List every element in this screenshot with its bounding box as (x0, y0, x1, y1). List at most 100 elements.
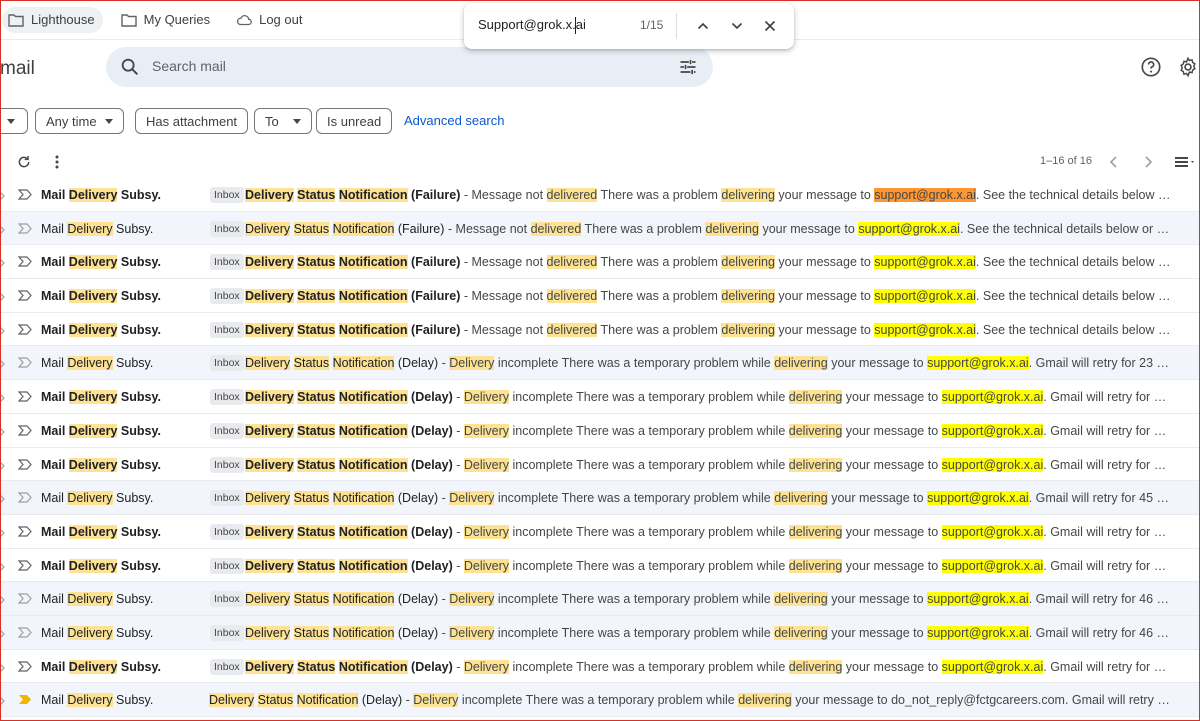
star-icon[interactable] (0, 257, 6, 271)
email-row[interactable]: Mail Delivery Subsy. Inbox Delivery Status… (0, 279, 1200, 313)
star-icon[interactable] (0, 460, 6, 474)
importance-marker-icon[interactable] (17, 256, 32, 270)
importance-marker-icon[interactable] (17, 425, 32, 439)
inbox-label[interactable]: Inbox (210, 591, 244, 608)
email-row[interactable]: Mail Delivery Subsy. Delivery Status Noti… (0, 683, 1200, 717)
email-row[interactable]: Mail Delivery Subsy. Inbox Delivery Status… (0, 548, 1200, 583)
email-preview: Delivery Status Notification (Delay) - D… (245, 524, 1172, 539)
inbox-label[interactable]: Inbox (210, 523, 244, 540)
inbox-label[interactable]: Inbox (210, 355, 244, 372)
email-row[interactable]: Mail Delivery Subsy. Inbox Delivery Status… (0, 312, 1200, 347)
email-row[interactable]: Mail Delivery Subsy. Inbox Delivery Status… (0, 514, 1200, 549)
importance-marker-icon[interactable] (17, 189, 32, 203)
star-icon[interactable] (0, 224, 6, 238)
star-icon[interactable] (0, 594, 6, 608)
search-options-icon[interactable] (678, 57, 698, 77)
inbox-label[interactable]: Inbox (210, 490, 244, 507)
importance-marker-icon[interactable] (17, 357, 32, 371)
search-highlight: delivered (546, 188, 598, 202)
importance-marker-icon[interactable] (17, 492, 32, 506)
importance-marker-icon[interactable] (17, 593, 32, 607)
filter-chip-has-attachment[interactable]: Has attachment (135, 108, 249, 134)
email-row[interactable]: Mail Delivery Subsy. Inbox Delivery Status… (0, 481, 1200, 515)
find-previous-button[interactable] (691, 14, 715, 38)
inbox-label[interactable]: Inbox (210, 254, 244, 271)
filter-chip-to[interactable]: To (254, 108, 312, 134)
importance-marker-icon[interactable] (17, 627, 32, 641)
bookmark-log-out[interactable]: Log out (230, 7, 310, 33)
search-highlight: Delivery (67, 356, 113, 371)
text-segment: - Message not (460, 188, 547, 202)
inbox-label[interactable]: Inbox (210, 389, 244, 406)
search-match: support@grok.x.ai (874, 322, 976, 337)
email-row[interactable]: Mail Delivery Subsy. Inbox Delivery Status… (0, 447, 1200, 482)
inbox-label[interactable]: Inbox (210, 658, 244, 675)
email-preview: Delivery Status Notification (Delay) - D… (245, 659, 1172, 674)
find-close-button[interactable] (758, 14, 782, 38)
email-row[interactable]: Mail Delivery Subsy. Inbox Delivery Status… (0, 413, 1200, 448)
email-row[interactable]: Mail Delivery Subsy. Inbox Delivery Status… (0, 211, 1200, 246)
importance-marker-icon[interactable] (17, 559, 32, 574)
email-row[interactable]: Mail Delivery Subsy. Inbox Delivery Status… (0, 178, 1200, 212)
gmail-logo-text[interactable]: mail (0, 58, 35, 80)
inbox-label[interactable]: Inbox (210, 288, 244, 305)
star-icon[interactable] (0, 325, 6, 339)
search-highlight: Delivery (67, 592, 113, 607)
star-icon[interactable] (0, 190, 6, 204)
star-icon[interactable] (0, 426, 6, 440)
find-next-button[interactable] (725, 14, 749, 38)
filter-chip-is-unread[interactable]: Is unread (316, 108, 393, 134)
inbox-label[interactable]: Inbox (210, 557, 244, 574)
importance-marker-icon[interactable] (17, 290, 32, 304)
importance-marker-icon[interactable] (17, 324, 32, 338)
star-icon[interactable] (0, 493, 6, 507)
inbox-label[interactable]: Inbox (210, 422, 244, 439)
inbox-label[interactable]: Inbox (210, 220, 244, 237)
refresh-icon[interactable] (16, 154, 32, 170)
search-highlight: delivering (788, 457, 843, 472)
text-segment: Subsy. (117, 524, 161, 539)
settings-gear-icon[interactable] (1177, 56, 1199, 78)
star-icon[interactable] (0, 662, 6, 676)
inbox-label[interactable]: Inbox (210, 624, 244, 641)
bookmark-my-queries[interactable]: My Queries (115, 7, 218, 33)
star-icon[interactable] (0, 527, 6, 541)
importance-marker-icon[interactable] (18, 694, 32, 708)
star-icon[interactable] (0, 628, 6, 642)
find-input[interactable] (478, 17, 618, 32)
importance-marker-icon[interactable] (17, 661, 32, 675)
search-bar[interactable]: Search mail (106, 47, 713, 87)
bookmark-lighthouse[interactable]: Lighthouse (2, 6, 103, 33)
email-row[interactable]: Mail Delivery Subsy. Inbox Delivery Status… (0, 380, 1200, 414)
email-row[interactable]: Mail Delivery Subsy. Inbox Delivery Status… (0, 245, 1200, 280)
star-icon[interactable] (0, 291, 6, 305)
email-subject: Delivery Status Notification (Delay) (245, 491, 438, 506)
email-row[interactable]: Mail Delivery Subsy. Inbox Delivery Status… (0, 615, 1200, 650)
email-row[interactable]: Mail Delivery Subsy. Inbox Delivery Status… (0, 649, 1200, 684)
importance-marker-icon[interactable] (17, 458, 32, 473)
importance-marker-icon[interactable] (17, 391, 32, 405)
importance-marker-icon[interactable] (17, 526, 32, 540)
text-segment: (Failure) (407, 255, 461, 270)
email-row[interactable]: Mail Delivery Subsy. Inbox Delivery Status… (0, 582, 1200, 616)
search-highlight: delivering (788, 558, 843, 573)
search-icon[interactable] (119, 56, 141, 78)
more-options-icon[interactable] (50, 154, 64, 170)
star-icon[interactable] (0, 695, 6, 709)
email-row[interactable]: Mail Delivery Subsy. Inbox Delivery Status… (0, 346, 1200, 381)
filter-chip-from[interactable] (0, 108, 28, 134)
advanced-search-link[interactable]: Advanced search (404, 113, 504, 128)
importance-marker-icon[interactable] (17, 223, 32, 237)
search-input[interactable]: Search mail (152, 58, 226, 74)
inbox-label[interactable]: Inbox (210, 321, 244, 338)
star-icon[interactable] (0, 358, 6, 372)
filter-chip-any-time[interactable]: Any time (35, 108, 124, 134)
star-icon[interactable] (0, 392, 6, 406)
inbox-label[interactable]: Inbox (210, 187, 244, 203)
inbox-label[interactable]: Inbox (210, 456, 244, 473)
chevron-right-icon[interactable] (1142, 155, 1154, 169)
help-icon[interactable] (1140, 56, 1162, 78)
density-icon[interactable] (1174, 155, 1196, 169)
chevron-left-icon[interactable] (1108, 155, 1120, 169)
star-icon[interactable] (0, 561, 6, 575)
